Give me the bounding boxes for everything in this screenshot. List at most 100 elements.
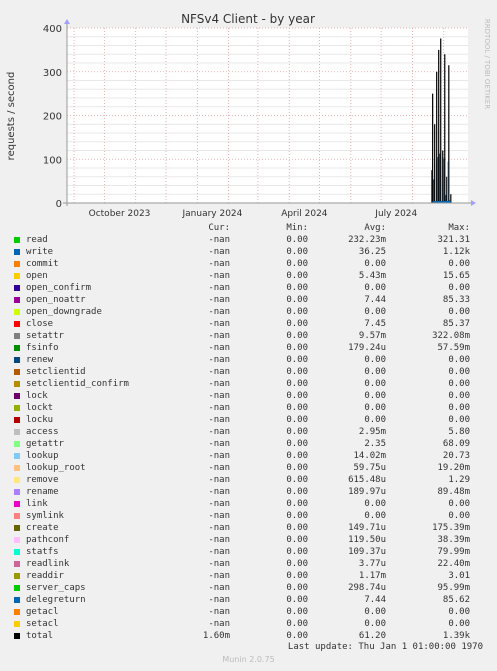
legend-avg: 7.44: [364, 295, 386, 305]
legend-max: 0.00: [448, 415, 470, 425]
legend-swatch: [14, 633, 20, 639]
legend-cur: -nan: [208, 583, 230, 593]
legend-swatch: [14, 309, 20, 315]
legend-cur: -nan: [208, 559, 230, 569]
legend-avg: 0.00: [364, 379, 386, 389]
legend-avg: 0.00: [364, 415, 386, 425]
legend-name: commit: [26, 259, 59, 269]
legend-row: lock -nan 0.00 0.00 0.00: [0, 390, 497, 402]
legend-max: 95.99m: [437, 583, 470, 593]
legend-cur: -nan: [208, 595, 230, 605]
legend-max: 20.73: [442, 451, 470, 461]
legend-max: 0.00: [448, 259, 470, 269]
legend-swatch: [14, 237, 20, 243]
legend-swatch: [14, 405, 20, 411]
legend-cur: -nan: [208, 535, 230, 545]
last-update: Last update: Thu Jan 1 01:00:00 1970: [287, 642, 483, 652]
legend-min: 0.00: [286, 619, 308, 629]
legend-name: read: [26, 235, 48, 245]
legend-name: server_caps: [26, 583, 86, 593]
legend-avg: 0.00: [364, 403, 386, 413]
legend-cur: -nan: [208, 247, 230, 257]
legend-name: lookup: [26, 451, 59, 461]
legend-max: 22.40m: [437, 559, 470, 569]
x-tick-label: January 2024: [182, 209, 243, 219]
legend-avg: 179.24u: [348, 343, 386, 353]
legend-swatch: [14, 285, 20, 291]
legend-cur: -nan: [208, 403, 230, 413]
legend-max: 1.29: [448, 475, 470, 485]
legend-name: open_downgrade: [26, 307, 102, 317]
legend-max: 5.80: [448, 427, 470, 437]
legend-max: 0.00: [448, 403, 470, 413]
legend-avg: 1.17m: [358, 571, 386, 581]
legend-name: getattr: [26, 439, 64, 449]
legend-max: 0.00: [448, 379, 470, 389]
legend-min: 0.00: [286, 427, 308, 437]
legend-avg: 109.37u: [348, 547, 386, 557]
legend-cur: -nan: [208, 379, 230, 389]
legend-cur: -nan: [208, 415, 230, 425]
legend-min: 0.00: [286, 307, 308, 317]
legend-row: lookup_root -nan 0.00 59.75u 19.20m: [0, 462, 497, 474]
legend-min: 0.00: [286, 355, 308, 365]
legend-max: 85.62: [442, 595, 470, 605]
legend-cur: -nan: [208, 607, 230, 617]
legend-name: setclientid: [26, 367, 86, 377]
y-tick-label: 300: [43, 68, 62, 79]
legend-swatch: [14, 369, 20, 375]
legend-cur: -nan: [208, 547, 230, 557]
legend-cur: -nan: [208, 487, 230, 497]
legend-min: 0.00: [286, 439, 308, 449]
legend-swatch: [14, 249, 20, 255]
legend-row: open -nan 0.00 5.43m 15.65: [0, 270, 497, 282]
y-axis-arrow: [64, 19, 70, 24]
legend-avg: 189.97u: [348, 487, 386, 497]
legend-avg: 0.00: [364, 607, 386, 617]
x-tick-label: April 2024: [281, 209, 328, 219]
legend-row: delegreturn -nan 0.00 7.44 85.62: [0, 594, 497, 606]
legend-row: getattr -nan 0.00 2.35 68.09: [0, 438, 497, 450]
y-tick-label: 400: [43, 24, 62, 35]
legend-avg: 14.02m: [353, 451, 386, 461]
legend-name: rename: [26, 487, 59, 497]
legend-avg: 298.74u: [348, 583, 386, 593]
legend-row: getacl -nan 0.00 0.00 0.00: [0, 606, 497, 618]
legend-swatch: [14, 273, 20, 279]
legend-swatch: [14, 597, 20, 603]
legend-row: pathconf -nan 0.00 119.50u 38.39m: [0, 534, 497, 546]
legend-min: 0.00: [286, 259, 308, 269]
legend-min: 0.00: [286, 559, 308, 569]
legend-min: 0.00: [286, 463, 308, 473]
legend-cur: -nan: [208, 571, 230, 581]
legend-avg: 59.75u: [353, 463, 386, 473]
legend-name: getacl: [26, 607, 59, 617]
legend-max: 15.65: [442, 271, 470, 281]
legend-name: symlink: [26, 511, 64, 521]
legend-swatch: [14, 621, 20, 627]
legend-row: locku -nan 0.00 0.00 0.00: [0, 414, 497, 426]
legend-swatch: [14, 549, 20, 555]
legend-row: readdir -nan 0.00 1.17m 3.01: [0, 570, 497, 582]
legend-min: 0.00: [286, 499, 308, 509]
y-tick-label: 200: [43, 112, 62, 123]
legend-name: readlink: [26, 559, 70, 569]
legend-avg: 0.00: [364, 355, 386, 365]
legend-name: lookup_root: [26, 463, 86, 473]
legend-cur: -nan: [208, 283, 230, 293]
legend-row: write -nan 0.00 36.25 1.12k: [0, 246, 497, 258]
legend-swatch: [14, 537, 20, 543]
legend-cur: -nan: [208, 439, 230, 449]
legend-swatch: [14, 321, 20, 327]
legend-max: 0.00: [448, 511, 470, 521]
legend-avg: 615.48u: [348, 475, 386, 485]
legend-min: 0.00: [286, 511, 308, 521]
legend-swatch: [14, 525, 20, 531]
header-avg: Avg:: [364, 223, 386, 233]
legend-row: remove -nan 0.00 615.48u 1.29: [0, 474, 497, 486]
legend-max: 0.00: [448, 355, 470, 365]
legend-max: 0.00: [448, 283, 470, 293]
legend-row: symlink -nan 0.00 0.00 0.00: [0, 510, 497, 522]
legend-swatch: [14, 429, 20, 435]
legend-max: 85.37: [442, 319, 470, 329]
